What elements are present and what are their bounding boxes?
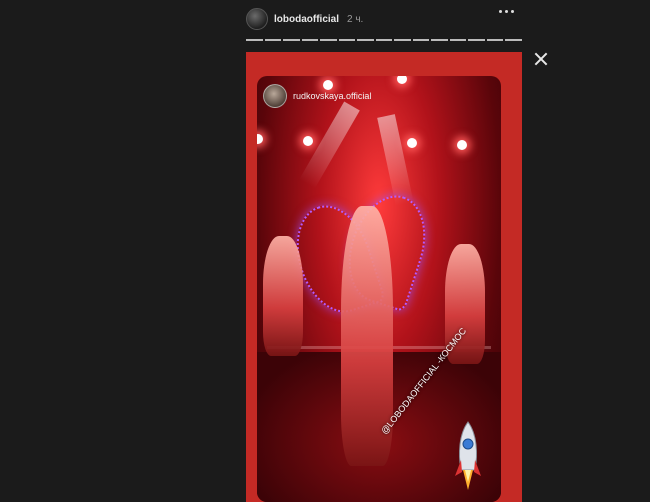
profile-avatar-icon[interactable] [246, 8, 268, 30]
progress-segment [505, 39, 522, 41]
story-username[interactable]: lobodaofficial [274, 14, 339, 25]
progress-segment [338, 39, 356, 41]
reposted-story-frame: rudkovskaya.official @LOBODAOFFICIAL -КО… [257, 76, 501, 502]
story-content[interactable]: rudkovskaya.official @LOBODAOFFICIAL -КО… [246, 52, 522, 502]
reposted-user-avatar[interactable] [263, 84, 287, 108]
close-icon[interactable] [532, 50, 550, 68]
progress-segment [301, 39, 319, 41]
progress-segment [431, 39, 448, 41]
dancer-left [263, 236, 303, 356]
progress-segment [486, 39, 504, 41]
progress-segment [468, 39, 485, 41]
progress-segment [394, 39, 411, 41]
rocket-icon [455, 421, 481, 490]
story-progress-bar [246, 39, 522, 42]
progress-segment [320, 39, 337, 41]
progress-segment [375, 39, 393, 41]
progress-segment [283, 39, 300, 41]
story-header: lobodaofficial 2 ч. [246, 6, 522, 32]
reposted-user-header: rudkovskaya.official [263, 84, 371, 108]
reposted-username[interactable]: rudkovskaya.official [293, 91, 371, 101]
more-horizontal-icon[interactable] [499, 10, 514, 13]
story-time: 2 ч. [347, 13, 364, 25]
progress-segment [412, 39, 430, 41]
progress-segment [357, 39, 374, 41]
progress-segment [264, 39, 282, 41]
progress-segment [449, 39, 467, 41]
progress-segment [246, 39, 263, 41]
